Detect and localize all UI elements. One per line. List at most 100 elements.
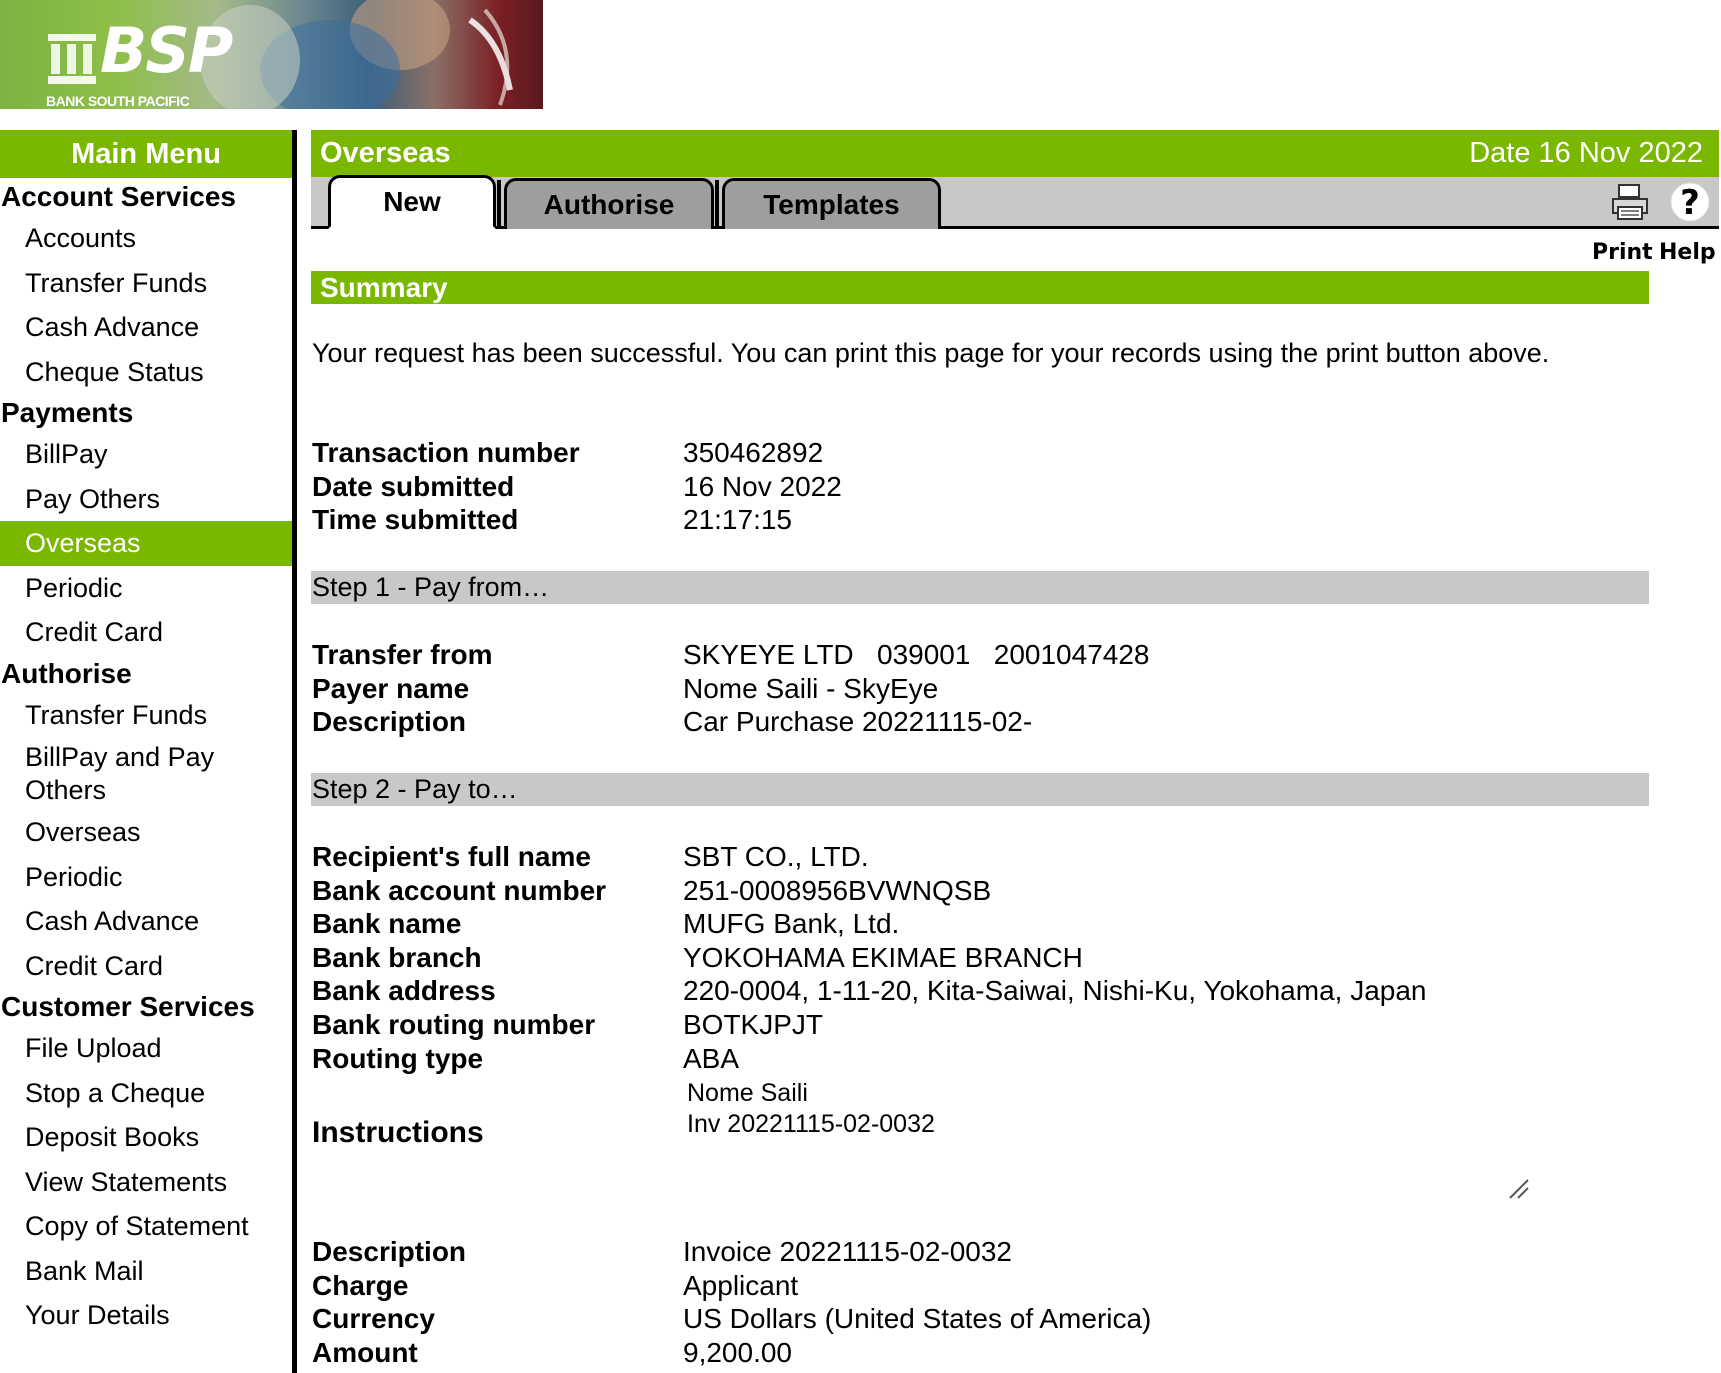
step-2-header: Step 2 - Pay to… [311, 773, 1649, 806]
page-title: Overseas [320, 137, 451, 169]
menu-item-authorise-credit-card[interactable]: Credit Card [0, 944, 292, 989]
success-message: Your request has been successful. You ca… [312, 338, 1550, 368]
main-content: Overseas Date 16 Nov 2022 New Authorise … [311, 130, 1721, 1368]
amount-value: 9,200.00 [683, 1336, 792, 1368]
toolbar-icons: ? [1599, 181, 1719, 226]
menu-item-overseas[interactable]: Overseas [0, 521, 292, 566]
menu-item-stop-a-cheque[interactable]: Stop a Cheque [0, 1071, 292, 1116]
help-label[interactable]: Help [1659, 240, 1716, 265]
detail-row: Amount 9,200.00 [312, 1336, 1650, 1370]
logo-text: BSP [100, 14, 233, 87]
print-label[interactable]: Print [1592, 240, 1653, 265]
instructions-textarea[interactable]: Nome Saili Inv 20221115-02-0032 [687, 1078, 1532, 1199]
bank-address-value: 220-0004, 1-11-20, Kita-Saiwai, Nishi-Ku… [683, 975, 1427, 1007]
transfer-from-value: SKYEYE LTD 039001 2001047428 [683, 639, 1150, 670]
bank-address-label: Bank address [312, 975, 496, 1007]
bsp-logo: BSP BANK SOUTH PACIFIC [20, 12, 233, 110]
detail-row: Description Car Purchase 20221115-02- [312, 705, 1650, 739]
menu-item-pay-others[interactable]: Pay Others [0, 477, 292, 522]
summary-header: Summary [311, 271, 1649, 304]
payer-name-value: Nome Saili - SkyEye [683, 672, 939, 704]
detail-row: Description Invoice 20221115-02-0032 [312, 1235, 1650, 1269]
menu-item-bank-mail[interactable]: Bank Mail [0, 1249, 292, 1294]
payment-details: Description Invoice 20221115-02-0032 Cha… [312, 1235, 1650, 1369]
menu-item-view-statements[interactable]: View Statements [0, 1160, 292, 1205]
step-1-header: Step 1 - Pay from… [311, 571, 1649, 604]
tab-templates[interactable]: Templates [722, 178, 941, 229]
svg-text:?: ? [1680, 183, 1700, 223]
page-date: Date 16 Nov 2022 [1469, 137, 1703, 169]
page-title-bar: Overseas Date 16 Nov 2022 [311, 130, 1719, 177]
menu-item-credit-card[interactable]: Credit Card [0, 610, 292, 655]
bank-banner: BSP BANK SOUTH PACIFIC [0, 0, 543, 109]
currency-value: US Dollars (United States of America) [683, 1303, 1152, 1335]
bank-routing-number-value: BOTKJPJT [683, 1008, 824, 1040]
detail-row: Payer name Nome Saili - SkyEye [312, 672, 1650, 706]
menu-item-cash-advance[interactable]: Cash Advance [0, 305, 292, 350]
menu-item-accounts[interactable]: Accounts [0, 216, 292, 261]
bank-branch-value: YOKOHAMA EKIMAE BRANCH [683, 941, 1083, 973]
printer-icon[interactable] [1609, 181, 1651, 223]
menu-item-billpay[interactable]: BillPay [0, 432, 292, 477]
description-label: Description [312, 706, 467, 738]
menu-item-cheque-status[interactable]: Cheque Status [0, 350, 292, 395]
payer-name-label: Payer name [312, 672, 470, 704]
menu-item-authorise-periodic[interactable]: Periodic [0, 855, 292, 900]
date-submitted-value: 16 Nov 2022 [683, 470, 842, 502]
detail-row: Transaction number 350462892 [312, 436, 1650, 470]
instructions-line: Inv 20221115-02-0032 [687, 1110, 935, 1138]
resize-grip-icon[interactable] [1506, 1176, 1532, 1202]
menu-section-customer-services: Customer Services [1, 991, 255, 1022]
main-menu-header: Main Menu [0, 130, 292, 178]
recipient-name-label: Recipient's full name [312, 841, 591, 872]
bank-name-label: Bank name [312, 908, 462, 940]
instructions-line: Nome Saili [687, 1079, 808, 1107]
menu-section-payments: Payments [1, 397, 134, 428]
menu-item-deposit-books[interactable]: Deposit Books [0, 1115, 292, 1160]
detail-row: Currency US Dollars (United States of Am… [312, 1302, 1650, 1336]
charge-label: Charge [312, 1269, 409, 1301]
menu-section-account-services: Account Services [1, 181, 236, 212]
detail-row: Bank branch YOKOHAMA EKIMAE BRANCH [312, 941, 1650, 975]
routing-type-value: ABA [683, 1042, 740, 1074]
tab-bar: New Authorise Templates ? [311, 175, 1719, 229]
tab-divider [497, 180, 501, 226]
detail-row: Charge Applicant [312, 1269, 1650, 1303]
menu-item-file-upload[interactable]: File Upload [0, 1026, 292, 1071]
menu-item-authorise-overseas[interactable]: Overseas [0, 810, 292, 855]
main-menu: Main Menu Account Services Accounts Tran… [0, 130, 297, 1373]
step-2-details: Recipient's full name SBT CO., LTD. Bank… [312, 840, 1650, 1075]
detail-row: Time submitted 21:17:15 [312, 503, 1650, 537]
summary-details: Transaction number 350462892 Date submit… [312, 436, 1650, 537]
transfer-from-label: Transfer from [312, 639, 493, 670]
payment-description-value: Invoice 20221115-02-0032 [683, 1236, 1012, 1267]
menu-item-authorise-billpay-pay-others[interactable]: BillPay and Pay Others [0, 737, 230, 810]
currency-label: Currency [312, 1303, 435, 1335]
detail-row: Recipient's full name SBT CO., LTD. [312, 840, 1650, 874]
menu-item-your-details[interactable]: Your Details [0, 1293, 292, 1338]
menu-item-periodic[interactable]: Periodic [0, 566, 292, 611]
transaction-number-label: Transaction number [312, 437, 580, 468]
tab-new[interactable]: New [328, 175, 496, 229]
instructions-label: Instructions [312, 1116, 484, 1149]
detail-row: Routing type ABA [312, 1042, 1650, 1076]
detail-row: Bank account number 251-0008956BVWNQSB [312, 874, 1650, 908]
menu-item-transfer-funds[interactable]: Transfer Funds [0, 261, 292, 306]
menu-item-copy-of-statement[interactable]: Copy of Statement [0, 1204, 292, 1249]
detail-row: Transfer from SKYEYE LTD 039001 20010474… [312, 638, 1650, 672]
transaction-number-value: 350462892 [683, 437, 824, 468]
detail-row: Bank name MUFG Bank, Ltd. [312, 907, 1650, 941]
bank-account-number-value: 251-0008956BVWNQSB [683, 874, 992, 906]
tab-divider [715, 180, 719, 226]
tab-authorise[interactable]: Authorise [504, 178, 714, 229]
menu-section-authorise: Authorise [1, 657, 132, 689]
menu-item-authorise-cash-advance[interactable]: Cash Advance [0, 899, 292, 944]
date-submitted-label: Date submitted [312, 470, 515, 502]
bank-routing-number-label: Bank routing number [312, 1008, 596, 1040]
payment-description-label: Description [312, 1236, 467, 1267]
detail-row: Bank address 220-0004, 1-11-20, Kita-Sai… [312, 974, 1650, 1008]
bsp-emblem-icon [48, 34, 96, 84]
help-question-icon[interactable]: ? [1669, 181, 1711, 223]
menu-item-authorise-transfer-funds[interactable]: Transfer Funds [0, 693, 292, 738]
amount-label: Amount [312, 1336, 418, 1368]
